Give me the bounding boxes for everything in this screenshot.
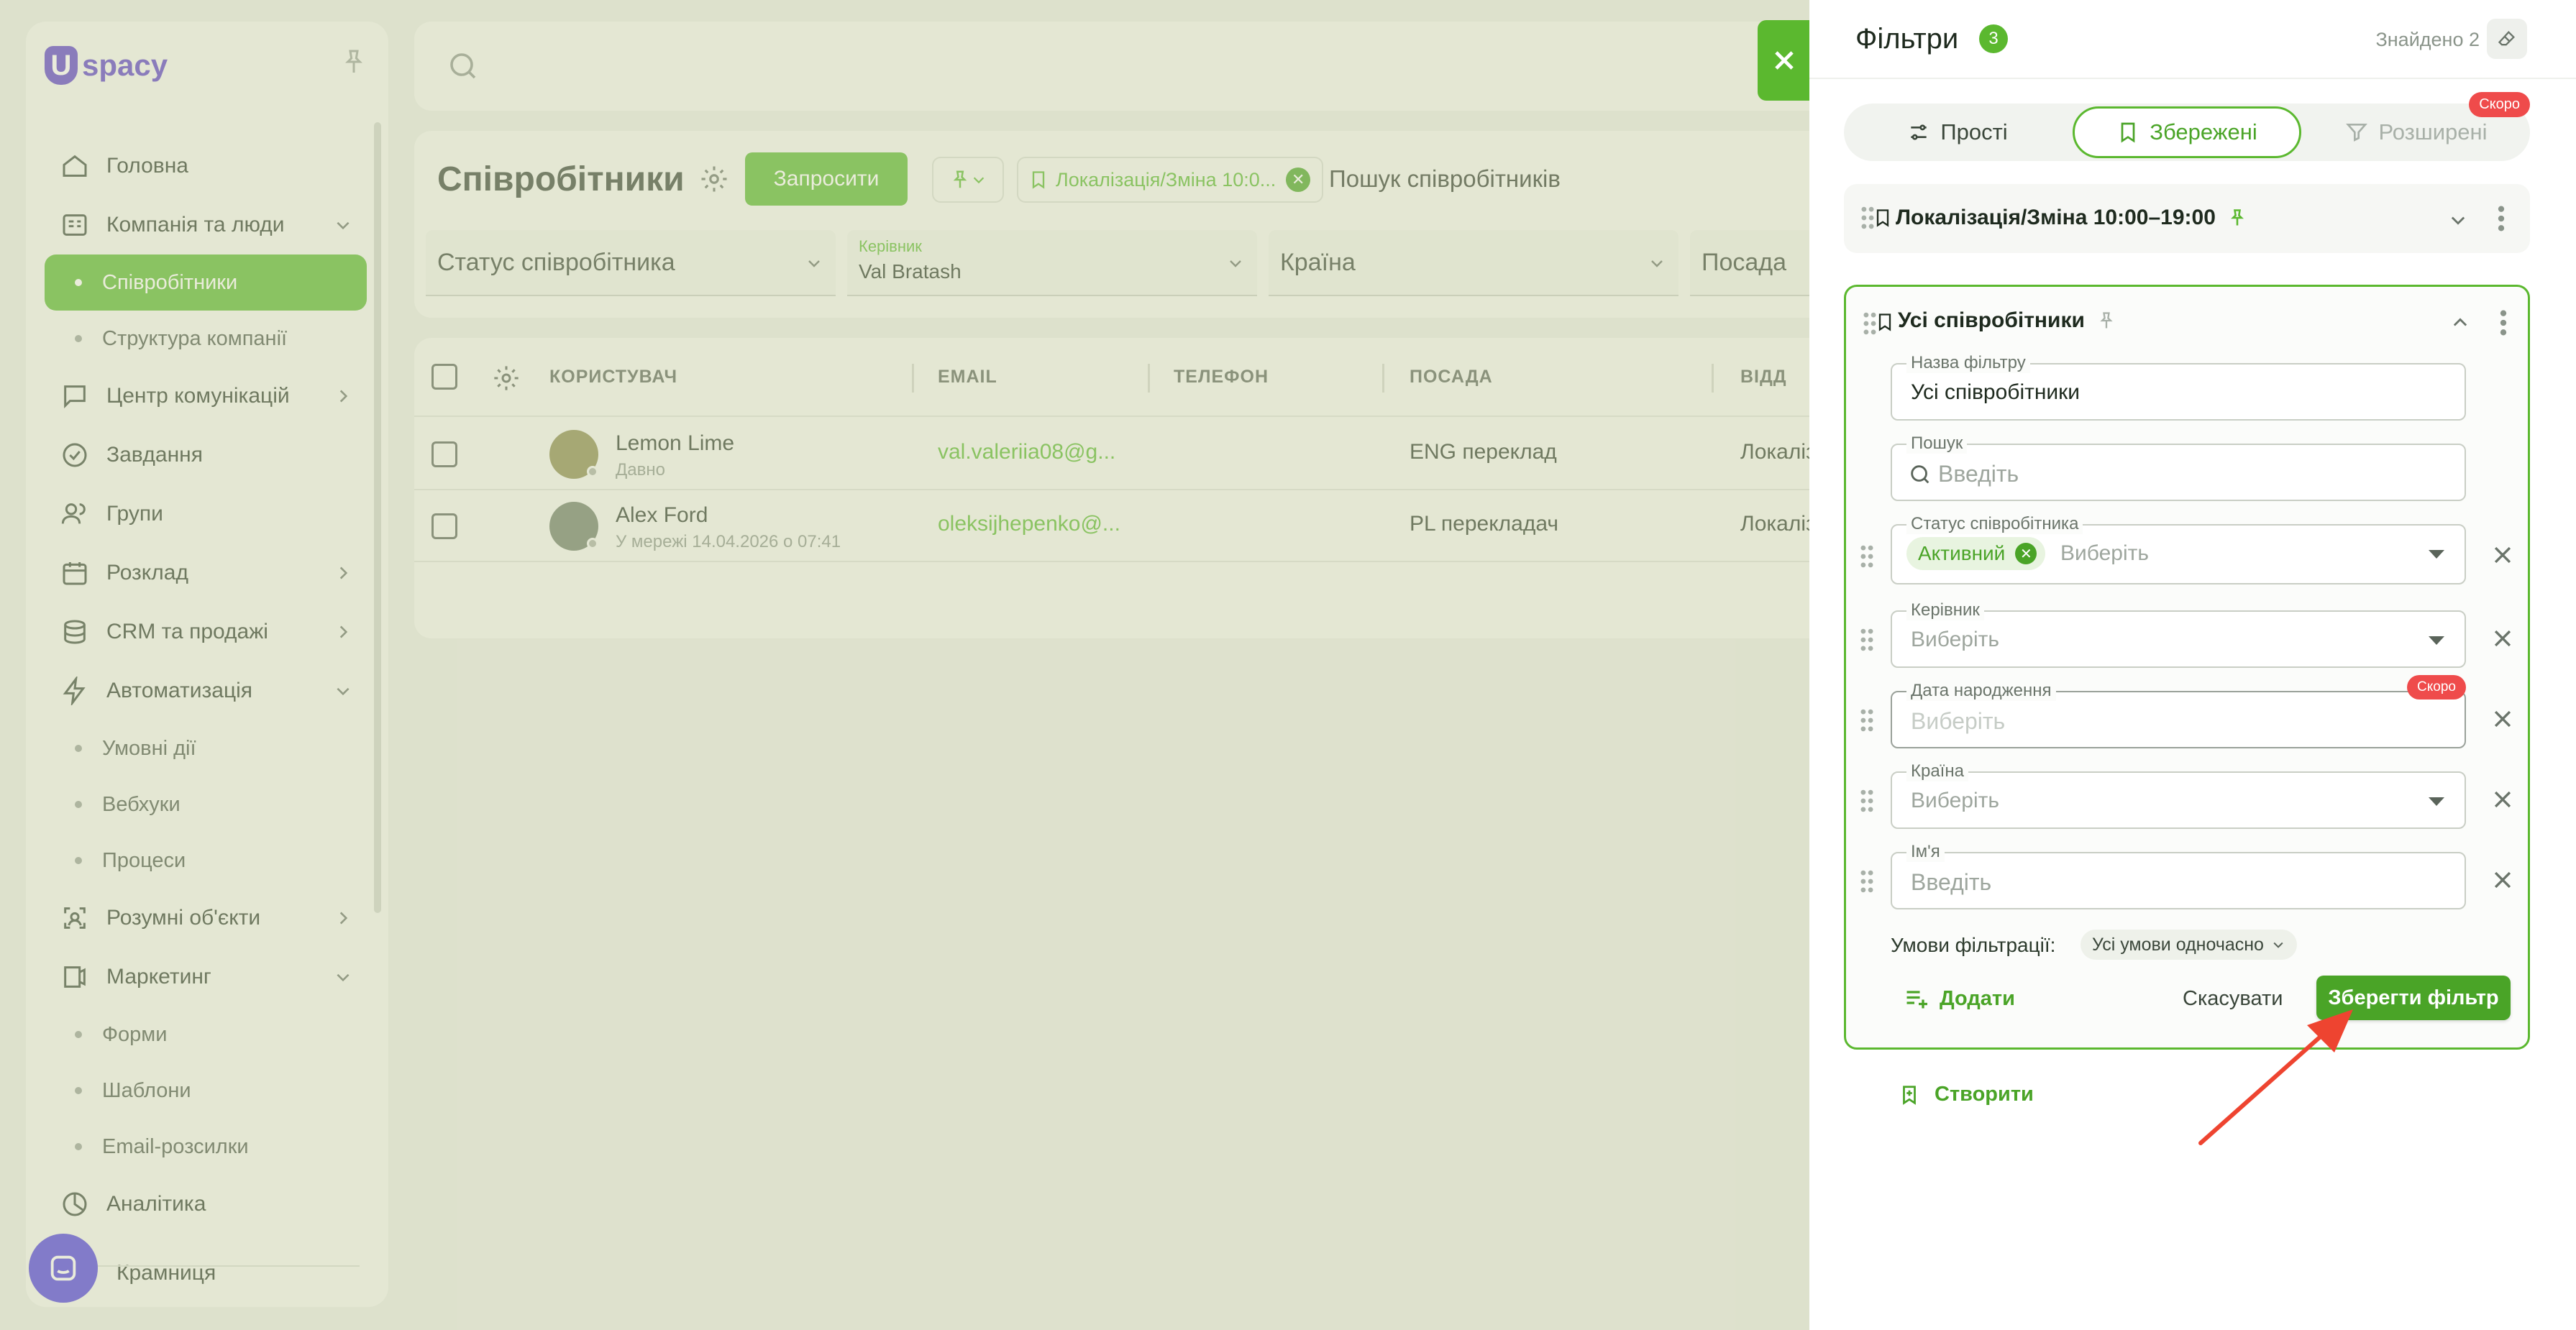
birthday-placeholder: Виберіть: [1911, 708, 2006, 734]
create-filter-button[interactable]: Створити: [1899, 1083, 2034, 1106]
remove-condition-icon[interactable]: [2490, 626, 2515, 651]
status-chip[interactable]: Активний ✕: [1906, 537, 2046, 570]
birthday-label: Дата народження: [1906, 681, 2056, 701]
eraser-icon: [2498, 30, 2515, 46]
saved-filter-name: Локалізація/Зміна 10:00–19:00: [1896, 206, 2247, 230]
status-select[interactable]: Статус співробітника Активний ✕ Виберіть: [1891, 514, 2466, 584]
add-condition-button[interactable]: Додати: [1904, 986, 2015, 1012]
tab-label: Прості: [1940, 119, 2008, 145]
tab-label: Збережені: [2150, 119, 2257, 145]
filter-edit-card: Усі співробітники Назва фільтру Усі спів…: [1844, 285, 2530, 1050]
chevron-down-icon[interactable]: [2448, 210, 2468, 230]
conditions-label: Умови фільтрації:: [1891, 934, 2056, 956]
coming-soon-badge: Скоро: [2469, 92, 2530, 117]
bookmark-add-icon: [1903, 1085, 1916, 1105]
coming-soon-badge: Скоро: [2407, 675, 2466, 700]
conditions-dropdown[interactable]: Усі умови одночасно: [2081, 930, 2297, 960]
drawer-header: Фільтри 3 Знайдено 2: [1809, 0, 2576, 79]
drag-handle-icon[interactable]: [1859, 628, 1875, 652]
add-condition-label: Додати: [1940, 986, 2015, 1010]
annotation-arrow: [2198, 1009, 2353, 1145]
tab-saved[interactable]: Збережені: [2073, 106, 2301, 158]
card-title: Усі співробітники: [1898, 308, 2116, 333]
more-icon[interactable]: [2499, 308, 2508, 337]
search-label: Пошук: [1906, 434, 1968, 454]
birthday-field[interactable]: Дата народження Виберіть Скоро: [1891, 675, 2466, 748]
status-label: Статус співробітника: [1906, 514, 2083, 534]
results-found: Знайдено 2: [2375, 29, 2480, 50]
manager-select[interactable]: Керівник Виберіть: [1891, 600, 2466, 668]
drag-handle-icon[interactable]: [1859, 544, 1875, 569]
filter-name-field[interactable]: Назва фільтру Усі співробітники: [1891, 353, 2466, 421]
close-icon: [1775, 51, 1794, 70]
remove-condition-icon[interactable]: [2490, 868, 2515, 892]
manager-placeholder: Виберіть: [1911, 628, 2000, 651]
remove-condition-icon[interactable]: [2490, 787, 2515, 812]
filter-name-value: Усі співробітники: [1911, 380, 2081, 404]
first-name-label: Ім'я: [1906, 842, 1945, 862]
tab-label: Розширені: [2378, 119, 2488, 145]
bookmark-icon: [2121, 122, 2135, 143]
more-icon[interactable]: [2497, 204, 2506, 233]
pin-outline-icon[interactable]: [2096, 311, 2116, 331]
close-drawer-button[interactable]: [1758, 20, 1811, 101]
tab-simple[interactable]: Прості: [1850, 106, 2065, 158]
country-select[interactable]: Країна Виберіть: [1891, 761, 2466, 829]
list-add-icon: [1906, 991, 1927, 1009]
pin-icon[interactable]: [2227, 208, 2247, 228]
sliders-icon: [1911, 124, 1927, 140]
chevron-down-icon: [2273, 942, 2283, 948]
clear-filters-button[interactable]: [2487, 19, 2527, 59]
drawer-title: Фільтри: [1855, 23, 1959, 55]
status-placeholder: Виберіть: [2060, 541, 2150, 565]
bookmark-icon: [1878, 313, 1891, 331]
caret-down-icon: [2429, 550, 2444, 559]
saved-filter-item[interactable]: Локалізація/Зміна 10:00–19:00: [1844, 184, 2530, 253]
first-name-field[interactable]: Ім'я Введіть: [1891, 842, 2466, 909]
conditions-value: Усі умови одночасно: [2092, 934, 2264, 955]
filter-mode-tabs: Прості Збережені Розширені Скоро: [1844, 92, 2530, 161]
create-filter-label: Створити: [1935, 1083, 2034, 1106]
advanced-filter-icon: [2346, 124, 2368, 142]
saved-filter-name-text: Локалізація/Зміна 10:00–19:00: [1896, 206, 2216, 229]
first-name-placeholder: Введіть: [1911, 869, 1992, 895]
remove-condition-icon[interactable]: [2490, 543, 2515, 567]
bookmark-icon: [1876, 209, 1889, 227]
filter-name-label: Назва фільтру: [1906, 353, 2030, 373]
card-title-text: Усі співробітники: [1898, 308, 2085, 332]
country-label: Країна: [1906, 761, 1968, 781]
close-icon[interactable]: ✕: [2015, 543, 2037, 564]
filters-count-badge: 3: [1979, 24, 2008, 53]
caret-down-icon: [2429, 636, 2444, 645]
country-placeholder: Виберіть: [1911, 789, 2000, 812]
drag-handle-icon[interactable]: [1859, 869, 1875, 894]
drag-handle-icon[interactable]: [1859, 789, 1875, 813]
search-placeholder: Введіть: [1938, 461, 2019, 487]
search-field[interactable]: Пошук Введіть: [1891, 434, 2466, 501]
manager-label: Керівник: [1906, 600, 1984, 620]
caret-down-icon: [2429, 797, 2444, 806]
search-icon: [1911, 465, 1929, 484]
modal-backdrop[interactable]: [0, 0, 1809, 1330]
drag-handle-icon[interactable]: [1859, 708, 1875, 733]
chevron-up-icon[interactable]: [2450, 313, 2470, 333]
status-chip-label: Активний: [1918, 542, 2006, 564]
remove-condition-icon[interactable]: [2490, 707, 2515, 731]
